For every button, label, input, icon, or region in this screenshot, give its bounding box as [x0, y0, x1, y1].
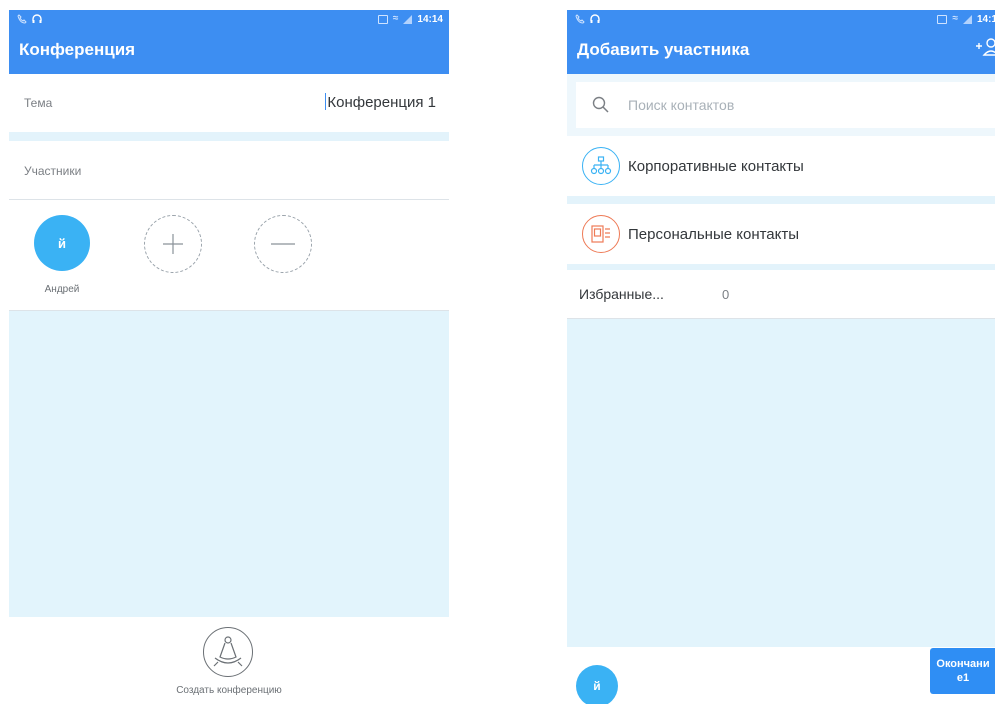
personal-contacts-label: Персональные контакты: [628, 226, 800, 243]
section-divider: [9, 132, 449, 141]
search-placeholder: Поиск контактов: [628, 97, 735, 113]
create-conference-button[interactable]: Создать конференцию: [139, 627, 319, 699]
corporate-contacts-label: Корпоративные контакты: [628, 158, 804, 175]
finish-button[interactable]: Окончание1: [930, 648, 995, 694]
phone-icon: [575, 14, 585, 24]
contact-card-icon: [582, 215, 620, 253]
list-item-corporate-contacts[interactable]: Корпоративные контакты: [567, 136, 995, 196]
phone-icon: [17, 14, 27, 24]
participants-grid: й Андрей: [9, 200, 449, 310]
signal-icon: [962, 14, 972, 24]
signal-icon: [403, 14, 413, 24]
headset-icon: [32, 14, 42, 23]
status-icons-left: [17, 12, 42, 26]
wifi-icon: ≈: [392, 13, 399, 24]
add-participant-screen: ≈ 14:1 Добавить участника Поиск контакто…: [567, 10, 995, 704]
page-title: Добавить участника: [577, 40, 750, 59]
status-time: 14:1: [976, 13, 995, 25]
favorites-label: Избранные...: [579, 286, 664, 302]
status-icons-right: ≈ 14:1: [937, 12, 995, 26]
plus-icon: [163, 234, 183, 254]
minus-icon: [271, 243, 295, 245]
headset-icon: [590, 14, 600, 23]
topic-row: Тема Конференция 1: [9, 74, 449, 132]
section-divider: [567, 196, 995, 204]
bottom-bar: Создать конференцию: [9, 617, 449, 704]
status-time: 14:14: [417, 13, 443, 25]
finish-button-label: Окончание1: [936, 658, 990, 684]
participants-row: Участники: [9, 141, 449, 199]
sim-icon: [377, 14, 388, 24]
list-item-personal-contacts[interactable]: Персональные контакты: [567, 204, 995, 264]
wifi-icon: ≈: [952, 13, 958, 24]
avatar: й: [34, 215, 90, 271]
add-contact-icon[interactable]: [975, 36, 995, 60]
selected-participant-avatar[interactable]: й: [576, 665, 618, 704]
empty-area: [567, 319, 995, 647]
topic-value: Конференция 1: [327, 94, 436, 111]
favorites-count: 0: [722, 287, 730, 302]
status-bar: ≈ 14:1: [567, 10, 995, 28]
participant-name: Андрей: [44, 284, 80, 295]
page-title: Конференция: [19, 40, 136, 59]
create-conference-label: Создать конференцию: [176, 685, 282, 696]
search-input[interactable]: Поиск контактов: [576, 82, 995, 128]
status-bar: ≈ 14:14: [9, 10, 449, 28]
topic-label: Тема: [24, 96, 53, 110]
app-bar: Конференция: [9, 28, 449, 74]
status-icons-right: ≈ 14:14: [377, 12, 443, 26]
conference-phone-icon: [203, 627, 253, 677]
list-item-favorites[interactable]: Избранные... 0: [567, 270, 995, 318]
add-participant-button[interactable]: [144, 215, 202, 273]
participants-label: Участники: [24, 164, 82, 178]
topic-input[interactable]: Конференция 1: [325, 93, 436, 111]
app-bar: Добавить участника: [567, 28, 995, 74]
sim-icon: [937, 14, 948, 24]
participant-item[interactable]: й Андрей: [34, 215, 90, 295]
conference-screen: ≈ 14:14 Конференция Тема Конференция 1 У…: [9, 10, 449, 704]
search-icon: [592, 96, 609, 113]
org-chart-icon: [582, 147, 620, 185]
empty-area: [9, 311, 449, 617]
status-icons-left: [575, 12, 600, 26]
remove-participant-button[interactable]: [254, 215, 312, 273]
